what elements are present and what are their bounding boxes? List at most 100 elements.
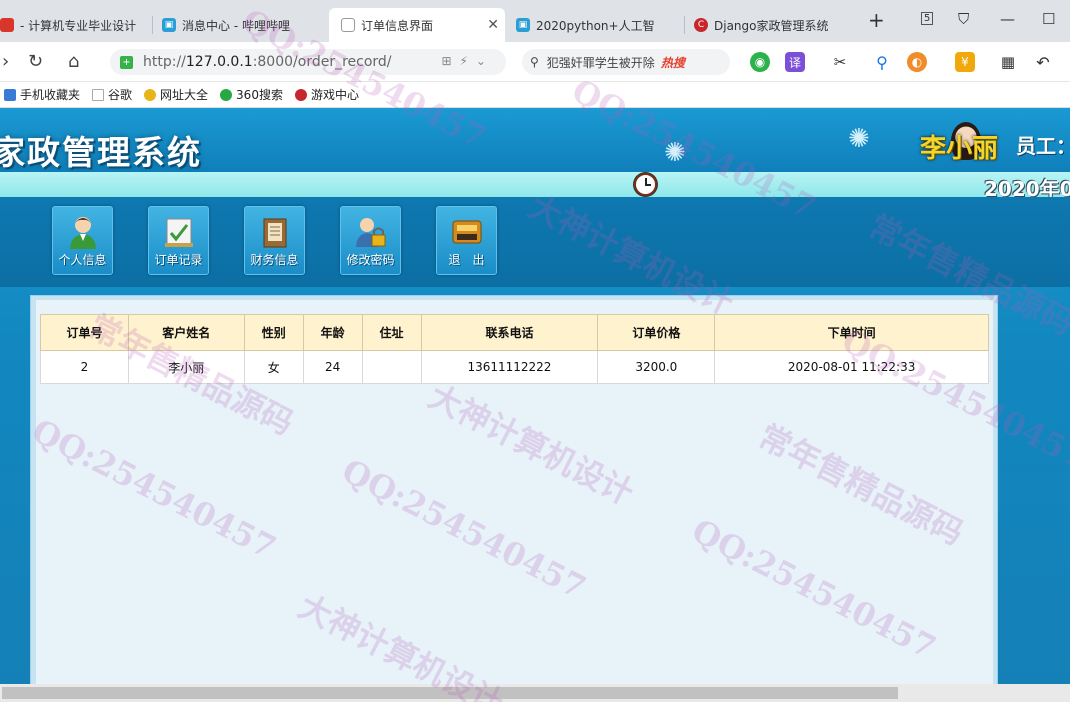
bookmark-label: 谷歌 [108, 88, 133, 102]
cell-order-time: 2020-08-01 11:22:33 [714, 350, 989, 384]
finance-icon [259, 215, 291, 249]
search-input[interactable]: ⚲ 犯强奸罪学生被开除 热搜 [522, 49, 730, 75]
column-header: 联系电话 [420, 314, 599, 351]
magnifier-icon[interactable]: ⚲ [872, 52, 892, 72]
translate-icon[interactable]: 译 [785, 52, 805, 72]
bookmark-label: 游戏中心 [310, 88, 359, 102]
red-logo-icon [0, 18, 14, 32]
hot-search-badge: 热搜 [660, 55, 685, 70]
bookmark-game-center[interactable]: 游戏中心 [294, 86, 359, 103]
menu-label: 个人信息 [58, 253, 107, 267]
tab-order-info[interactable]: 订单信息界面 ✕ [329, 8, 505, 42]
game-center-icon [294, 88, 307, 101]
tab-label: - 计算机专业毕业设计 [20, 18, 137, 33]
tab-divider [684, 16, 685, 34]
horizontal-scrollbar[interactable] [0, 684, 1070, 702]
csdn-icon: C [694, 18, 708, 32]
bookmark-360-search[interactable]: 360搜索 [220, 86, 283, 103]
apps-grid-icon[interactable]: ▦ [998, 52, 1018, 72]
bilibili-icon: ▣ [162, 18, 176, 32]
url-text: http://127.0.0.1:8000/order_record/ [143, 54, 392, 70]
bookmark-label: 360搜索 [236, 88, 283, 102]
cell-customer-name: 李小丽 [127, 350, 245, 384]
exit-icon [451, 215, 483, 249]
tab-label: 订单信息界面 [361, 18, 434, 33]
menu-order-record-button[interactable]: 订单记录 [148, 206, 209, 275]
menu-exit-button[interactable]: 退 出 [436, 206, 497, 275]
page-icon [341, 18, 355, 32]
game-icon[interactable]: ◐ [907, 52, 927, 72]
sites-icon [144, 88, 157, 101]
page-icon [92, 88, 105, 101]
search-icon: ⚲ [530, 55, 539, 69]
main-menu: 个人信息 订单记录 财务信息 修改密码 退 出 [0, 197, 1070, 287]
order-record-icon [163, 215, 195, 249]
360-search-icon [220, 88, 233, 101]
user-role: 员工： [1016, 134, 1070, 158]
tab-python-ai[interactable]: ▣ 2020python+人工智 [516, 8, 678, 42]
url-input[interactable]: + http://127.0.0.1:8000/order_record/ ⊞⚡… [110, 49, 506, 75]
header-banner: 家政管理系统 ✺ ✺ 李小丽 员工： [0, 108, 1070, 172]
search-suggestion: 犯强奸罪学生被开除 [546, 55, 655, 70]
menu-personal-info-button[interactable]: 个人信息 [52, 206, 113, 275]
scissors-icon[interactable]: ✂ [830, 52, 850, 72]
bookmarks-bar: 手机收藏夹 谷歌 网址大全 360搜索 游戏中心 [0, 82, 1070, 108]
clock-icon [634, 173, 657, 196]
table-header-row: 订单号 客户姓名 性别 年龄 住址 联系电话 订单价格 下单时间 [40, 314, 989, 351]
bookmark-sites[interactable]: 网址大全 [144, 86, 208, 103]
content-panel: 订单号 客户姓名 性别 年龄 住址 联系电话 订单价格 下单时间 2 李小丽 女 [36, 300, 993, 702]
home-icon[interactable]: ⌂ [68, 51, 79, 72]
menu-change-password-button[interactable]: 修改密码 [340, 206, 401, 275]
tab-divider [152, 16, 153, 34]
cell-phone: 13611112222 [420, 350, 599, 384]
undo-icon[interactable]: ↶ [1033, 52, 1053, 72]
column-header: 住址 [361, 314, 422, 351]
tab-bilibili-messages[interactable]: ▣ 消息中心 - 哔哩哔哩 [162, 8, 322, 42]
column-header: 订单号 [40, 314, 129, 351]
person-icon [67, 215, 99, 249]
menu-label: 退 出 [448, 253, 485, 267]
menu-finance-info-button[interactable]: 财务信息 [244, 206, 305, 275]
browser-tab-bar: - 计算机专业毕业设计 ▣ 消息中心 - 哔哩哔哩 订单信息界面 ✕ ▣ 202… [0, 0, 1070, 42]
tab-django-system[interactable]: C Django家政管理系统 [694, 8, 856, 42]
bookmark-label: 网址大全 [160, 88, 209, 102]
shield-ext-icon[interactable]: ¥ [955, 52, 975, 72]
menu-label: 财务信息 [250, 253, 299, 267]
cell-price: 3200.0 [597, 350, 716, 384]
security-shield-icon: + [120, 55, 133, 69]
menu-label: 修改密码 [346, 253, 395, 267]
wechat-icon[interactable]: ◉ [750, 52, 770, 72]
date-strip: 2020年08 [0, 172, 1070, 201]
system-title: 家政管理系统 [0, 133, 202, 172]
cell-gender: 女 [243, 350, 304, 384]
tab-label: 2020python+人工智 [536, 18, 655, 33]
maximize-icon[interactable]: ☐ [1042, 10, 1055, 28]
tab-count-badge[interactable]: 5 [921, 12, 934, 25]
page-viewport: 家政管理系统 ✺ ✺ 李小丽 员工： 2020年08 个人信息 订单记录 财务信… [0, 108, 1070, 702]
url-tools-icon[interactable]: ⊞⚡⌄ [441, 54, 494, 68]
bookmark-mobile[interactable]: 手机收藏夹 [4, 86, 80, 103]
column-header: 年龄 [302, 314, 363, 351]
bilibili-icon: ▣ [516, 18, 530, 32]
tab-label: Django家政管理系统 [714, 18, 829, 33]
close-icon[interactable]: ✕ [487, 17, 499, 33]
tab-graduation-project[interactable]: - 计算机专业毕业设计 [0, 8, 150, 42]
shirt-skin-icon[interactable]: ⛉ [958, 10, 969, 28]
table-row: 2 李小丽 女 24 13611112222 3200.0 2020-08-01… [40, 350, 989, 384]
cell-age: 24 [302, 350, 363, 384]
tab-label: 消息中心 - 哔哩哔哩 [182, 18, 290, 33]
scrollbar-thumb[interactable] [2, 687, 898, 699]
minimize-icon[interactable]: — [1000, 10, 1015, 28]
menu-label: 订单记录 [154, 253, 203, 267]
address-toolbar: › ↻ ⌂ + http://127.0.0.1:8000/order_reco… [0, 42, 1070, 82]
forward-arrow-icon[interactable]: › [2, 51, 9, 72]
dandelion-decoration-icon: ✺ [664, 138, 686, 168]
column-header: 客户姓名 [127, 314, 245, 351]
new-tab-plus-icon[interactable]: + [868, 8, 885, 32]
content-frame: 订单号 客户姓名 性别 年龄 住址 联系电话 订单价格 下单时间 2 李小丽 女 [30, 295, 998, 702]
column-header: 下单时间 [714, 314, 989, 351]
reload-icon[interactable]: ↻ [28, 51, 43, 72]
dandelion-decoration-icon: ✺ [848, 124, 870, 154]
cell-address [361, 350, 422, 384]
bookmark-google[interactable]: 谷歌 [92, 86, 132, 103]
